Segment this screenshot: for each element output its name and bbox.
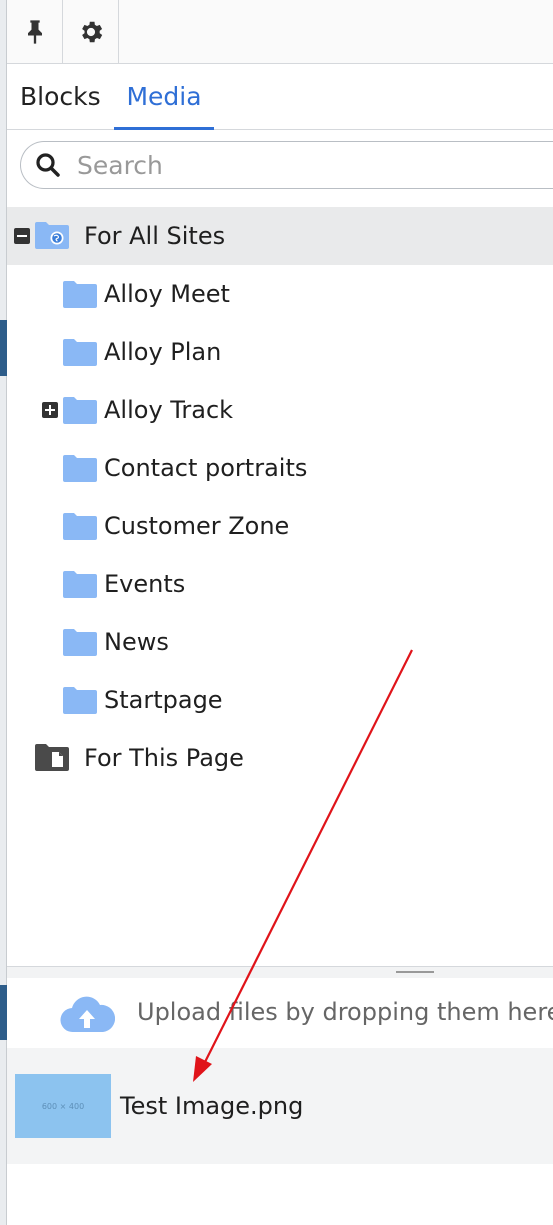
- search-icon: [36, 153, 60, 177]
- media-file-item[interactable]: 600 × 400 Test Image.png: [7, 1048, 553, 1164]
- assets-pane: Blocks Media For All Sites: [7, 0, 553, 1225]
- cloud-upload-icon: [60, 996, 115, 1033]
- folder-icon: [63, 339, 97, 366]
- tree-item-label: Alloy Meet: [104, 280, 230, 308]
- upload-drop-zone[interactable]: Upload files by dropping them here: [7, 978, 553, 1048]
- tree-item-folder[interactable]: Alloy Plan: [7, 323, 553, 381]
- tree-item-folder[interactable]: Customer Zone: [7, 497, 553, 555]
- tree-item-folder[interactable]: News: [7, 613, 553, 671]
- gear-icon: [81, 21, 102, 42]
- pin-icon: [27, 19, 42, 44]
- folder-icon: [63, 687, 97, 714]
- file-thumbnail: 600 × 400: [15, 1074, 111, 1138]
- tree-item-for-this-page[interactable]: For This Page: [7, 729, 553, 787]
- tree-item-label: Startpage: [104, 686, 223, 714]
- background-edge-mark: [0, 985, 7, 1040]
- tab-media[interactable]: Media: [114, 64, 214, 130]
- tree-item-folder[interactable]: Contact portraits: [7, 439, 553, 497]
- globe-folder-icon: [35, 222, 69, 249]
- tree-item-folder[interactable]: Startpage: [7, 671, 553, 729]
- tab-bar: Blocks Media: [7, 64, 553, 130]
- folder-icon: [63, 455, 97, 482]
- upload-hint: Upload files by dropping them here: [137, 998, 553, 1026]
- search-box: [20, 141, 553, 189]
- background-edge-mark: [0, 320, 7, 376]
- thumbnail-caption: 600 × 400: [41, 1101, 85, 1111]
- folder-icon: [63, 397, 97, 424]
- tree-item-for-all-sites[interactable]: For All Sites: [7, 207, 553, 265]
- tree-item-label: Alloy Track: [104, 396, 234, 424]
- active-tab-indicator: [114, 127, 214, 130]
- tree-item-label: Customer Zone: [104, 512, 290, 540]
- tree-item-label: For This Page: [84, 744, 244, 772]
- folder-icon: [63, 281, 97, 308]
- search-input[interactable]: [77, 150, 517, 180]
- expand-icon[interactable]: [42, 402, 58, 418]
- tree-item-label: Alloy Plan: [104, 338, 222, 366]
- tree-item-folder[interactable]: Alloy Meet: [7, 265, 553, 323]
- tree-item-label: For All Sites: [84, 222, 226, 250]
- pane-splitter[interactable]: [7, 966, 553, 978]
- tree-item-label: Events: [104, 570, 186, 598]
- splitter-grip[interactable]: [396, 971, 434, 973]
- tab-media-label: Media: [126, 82, 202, 111]
- page-folder-icon: [35, 744, 69, 771]
- pane-toolbar: [7, 0, 553, 64]
- tree-item-folder[interactable]: Alloy Track: [7, 381, 553, 439]
- tree-item-folder[interactable]: Events: [7, 555, 553, 613]
- folder-icon: [63, 571, 97, 598]
- tree-item-label: Contact portraits: [104, 454, 308, 482]
- tree-item-label: News: [104, 628, 169, 656]
- settings-button[interactable]: [63, 0, 119, 63]
- pin-button[interactable]: [7, 0, 63, 63]
- collapse-icon[interactable]: [14, 228, 30, 244]
- folder-icon: [63, 629, 97, 656]
- tab-blocks[interactable]: Blocks: [20, 64, 101, 128]
- background-window-edge: [0, 0, 7, 1225]
- folder-icon: [63, 513, 97, 540]
- file-name: Test Image.png: [120, 1092, 304, 1120]
